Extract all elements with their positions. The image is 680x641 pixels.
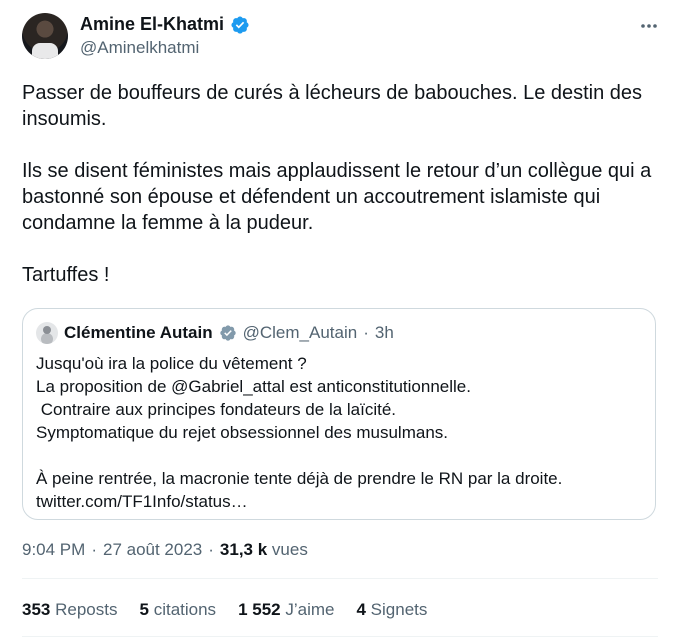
author-name-row[interactable]: Amine El-Khatmi — [80, 14, 250, 35]
verified-badge-icon — [231, 15, 249, 34]
quoted-line: À peine rentrée, la macronie tente déjà … — [36, 469, 563, 488]
quoted-line: Jusqu'où ira la police du vêtement ? — [36, 354, 307, 373]
tweet-meta: 9:04 PM · 27 août 2023 · 31,3 k vues — [22, 540, 308, 560]
tweet-text: Passer de bouffeurs de curés à lécheurs … — [22, 80, 662, 288]
separator-dot: · — [91, 540, 97, 559]
divider — [22, 636, 658, 637]
quoted-link[interactable]: twitter.com/TF1Info/status… — [36, 490, 642, 513]
quoted-line: Contraire aux principes fondateurs de la… — [36, 400, 397, 419]
more-options-icon[interactable] — [637, 14, 661, 38]
tweet-paragraph: Ils se disent féministes mais applaudiss… — [22, 160, 652, 234]
quoted-author-avatar[interactable] — [36, 322, 58, 344]
separator-dot: · — [208, 540, 214, 559]
quoted-tweet-text: Jusqu'où ira la police du vêtement ? La … — [36, 352, 642, 513]
author-avatar[interactable] — [22, 13, 68, 59]
author-name[interactable]: Amine El-Khatmi — [80, 14, 224, 35]
author-handle[interactable]: @Aminelkhatmi — [80, 38, 199, 58]
quoted-author-name[interactable]: Clémentine Autain — [64, 323, 213, 343]
quoted-line: Symptomatique du rejet obsessionnel des … — [36, 423, 448, 442]
likes-stat[interactable]: 1 552 J’aime — [238, 600, 334, 620]
reposts-stat[interactable]: 353 Reposts — [22, 600, 117, 620]
quotes-stat[interactable]: 5 citations — [139, 600, 216, 620]
tweet-paragraph: Tartuffes ! — [22, 264, 110, 286]
tweet-time[interactable]: 9:04 PM — [22, 540, 85, 560]
separator-dot: · — [363, 323, 369, 342]
views-count: 31,3 k — [219, 540, 268, 559]
quoted-line: La proposition de @Gabriel_attal est ant… — [36, 377, 471, 396]
divider — [22, 578, 658, 579]
tweet-date[interactable]: 27 août 2023 — [103, 540, 202, 560]
bookmarks-stat[interactable]: 4 Signets — [356, 600, 427, 620]
quoted-tweet-time[interactable]: 3h — [375, 323, 394, 343]
avatar-figure — [32, 43, 58, 59]
quoted-tweet[interactable]: Clémentine Autain @Clem_Autain · 3h Jusq… — [22, 308, 656, 520]
engagement-stats: 353 Reposts 5 citations 1 552 J’aime 4 S… — [22, 600, 427, 620]
quoted-tweet-header: Clémentine Autain @Clem_Autain · 3h — [36, 322, 394, 344]
verified-badge-icon — [219, 325, 236, 341]
tweet-paragraph: Passer de bouffeurs de curés à lécheurs … — [22, 82, 643, 130]
views-label: vues — [271, 540, 308, 559]
quoted-author-handle[interactable]: @Clem_Autain — [243, 323, 358, 343]
